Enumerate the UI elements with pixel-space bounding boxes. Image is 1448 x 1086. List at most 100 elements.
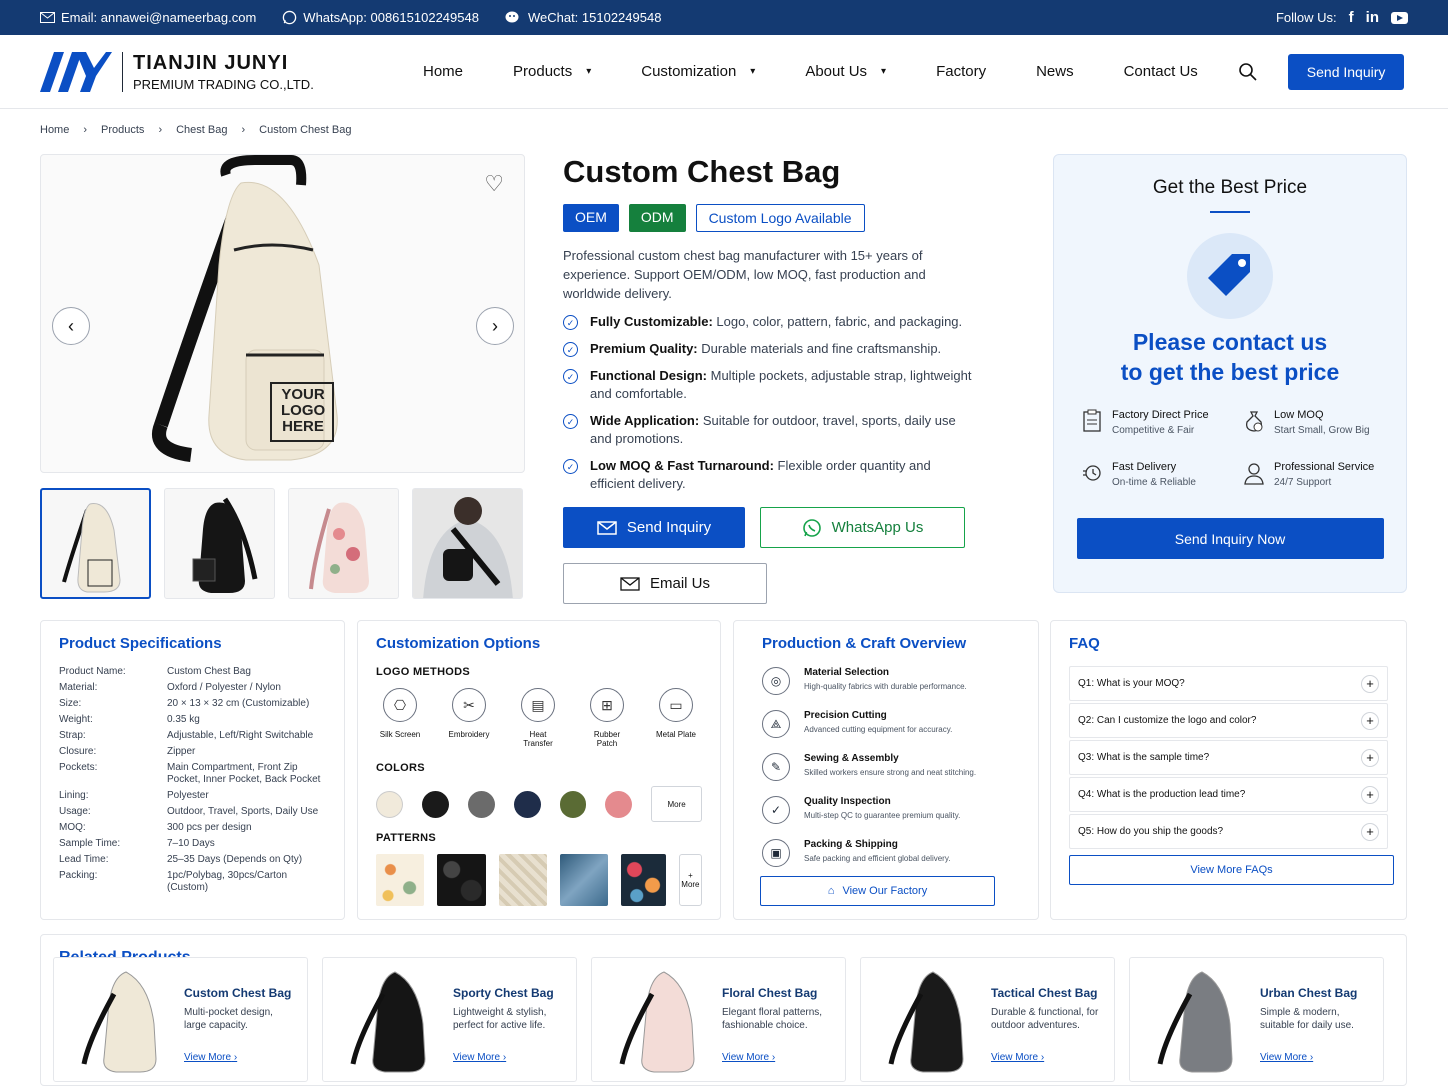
color-swatch[interactable] [467,790,495,818]
view-more-link[interactable]: View More › [184,1052,296,1063]
related-name[interactable]: Tactical Chest Bag [991,986,1103,1000]
button-label: View Our Factory [842,885,928,897]
related-name[interactable]: Floral Chest Bag [722,986,834,1000]
related-card[interactable]: Floral Chest Bag Elegant floral patterns,… [591,957,846,1082]
related-card[interactable]: Custom Chest Bag Multi-pocket design, lar… [53,957,308,1082]
color-swatch[interactable] [421,790,449,818]
faq-item-customize[interactable]: Q2: Can I customize the logo and color? + [1069,703,1388,738]
color-swatch[interactable] [559,790,587,818]
pattern-floral-light[interactable] [376,854,425,906]
faq-question: Q4: What is the production lead time? [1078,789,1246,800]
thumbnail-cream-bag[interactable] [40,488,151,599]
linkedin-icon[interactable]: in [1366,9,1379,26]
nav-news[interactable]: News [1036,63,1074,80]
gallery-prev-button[interactable]: ‹ [52,307,90,345]
view-more-link[interactable]: View More › [991,1052,1103,1063]
gallery-next-button[interactable]: › [476,307,514,345]
model-thumb-image [413,489,522,598]
youtube-icon[interactable] [1391,11,1408,24]
production-steps: ◎ Material Selection High-quality fabrics … [762,667,1020,868]
nav-home[interactable]: Home [423,63,463,80]
view-more-link[interactable]: View More › [453,1052,565,1063]
method-metal-plate[interactable]: ▭ Metal Plate [652,688,700,748]
method-rubber-patch[interactable]: ⊞ Rubber Patch [583,688,631,748]
thumbnail-model-wearing[interactable] [412,488,523,599]
faq-item-lead-time[interactable]: Q4: What is the production lead time? + [1069,777,1388,812]
benefit-sub: Start Small, Grow Big [1274,425,1370,436]
colors-more-button[interactable]: More [651,786,703,822]
whatsapp-us-button[interactable]: WhatsApp Us [760,507,965,548]
company-logo[interactable]: TIANJIN JUNYI PREMIUM TRADING CO.,LTD. [40,51,400,92]
view-more-link[interactable]: View More › [722,1052,834,1063]
pattern-camo[interactable] [437,854,486,906]
patterns-more-button[interactable]: + More [678,854,703,906]
faq-item-shipping[interactable]: Q5: How do you ship the goods? + [1069,814,1388,849]
product-info: Custom Chest Bag OEM ODM Custom Logo Ava… [563,154,1023,604]
pattern-geometric-blue[interactable] [559,854,609,906]
plus-icon: + [1361,711,1379,730]
heart-icon[interactable]: ♡ [484,171,504,197]
benefit-sub: 24/7 Support [1274,477,1332,488]
wechat-contact[interactable]: WeChat: 15102249548 [505,10,661,25]
spec-value: Outdoor, Travel, Sports, Daily Use [167,806,319,817]
faq-item-sample-time[interactable]: Q3: What is the sample time? + [1069,740,1388,775]
cream-bag-thumb-image [62,503,121,593]
pattern-weave[interactable] [498,854,547,906]
color-swatch[interactable] [376,790,403,818]
method-silk-screen[interactable]: ⎔ Silk Screen [376,688,424,748]
badge-oem: OEM [563,204,619,232]
view-more-faqs-button[interactable]: View More FAQs [1069,855,1394,885]
pattern-floral-dark[interactable] [621,854,666,906]
spec-row: Closure: Zipper [59,746,326,758]
search-icon[interactable] [1238,62,1258,82]
send-inquiry-button[interactable]: Send Inquiry [563,507,745,548]
related-card[interactable]: Sporty Chest Bag Lightweight & stylish, p… [322,957,577,1082]
sewing-icon: ✎ [762,753,790,781]
facebook-icon[interactable]: f [1349,9,1354,26]
faq-panel: FAQ Q1: What is your MOQ? + Q2: Can I cus… [1050,620,1407,920]
whatsapp-contact[interactable]: WhatsApp: 008615102249548 [282,10,479,25]
benefit-factory-price: Factory Direct Price Competitive & Fair [1082,409,1242,436]
color-swatch[interactable] [513,790,541,818]
send-inquiry-now-button[interactable]: Send Inquiry Now [1076,518,1384,559]
feature-item: ✓ Fully Customizable: Logo, color, patter… [563,313,973,331]
view-factory-button[interactable]: ⌂ View Our Factory [760,876,995,906]
best-price-headline: Please contact us to get the best price [1054,327,1406,387]
related-card[interactable]: Urban Chest Bag Simple & modern, suitable… [1129,957,1384,1082]
breadcrumb-products[interactable]: Products [101,124,144,149]
related-cards: Custom Chest Bag Multi-pocket design, lar… [53,957,1384,1082]
email-us-button[interactable]: Email Us [563,563,767,604]
breadcrumb-chest-bag[interactable]: Chest Bag [176,124,227,149]
feature-text: Functional Design: Multiple pockets, adj… [590,367,973,403]
benefit-fast-delivery: Fast Delivery On-time & Reliable [1082,461,1242,488]
method-embroidery[interactable]: ✂ Embroidery [445,688,493,748]
whatsapp-text: WhatsApp: 008615102249548 [303,10,479,25]
related-name[interactable]: Urban Chest Bag [1260,986,1372,1000]
benefit-professional-service: Professional Service 24/7 Support [1244,461,1404,488]
faq-title: FAQ [1069,635,1100,652]
method-heat-transfer[interactable]: ▤ Heat Transfer [514,688,562,748]
nav-products[interactable]: Products ▾ [513,63,591,80]
thumbnail-black-bag[interactable] [164,488,275,599]
wechat-icon [505,11,519,22]
view-more-link[interactable]: View More › [1260,1052,1372,1063]
send-inquiry-nav-button[interactable]: Send Inquiry [1287,53,1405,90]
spec-value: 300 pcs per design [167,822,252,833]
nav-contact-us[interactable]: Contact Us [1124,63,1198,80]
breadcrumb-home[interactable]: Home [40,124,69,149]
email-contact[interactable]: Email: annawei@nameerbag.com [40,10,256,25]
color-swatch[interactable] [605,790,633,818]
brand-names: TIANJIN JUNYI PREMIUM TRADING CO.,LTD. [122,51,314,92]
related-name[interactable]: Custom Chest Bag [184,986,296,1000]
nav-about-us[interactable]: About Us ▾ [805,63,886,80]
faq-item-moq[interactable]: Q1: What is your MOQ? + [1069,666,1388,701]
nav-factory[interactable]: Factory [936,63,986,80]
thumbnail-floral-bag[interactable] [288,488,399,599]
related-name[interactable]: Sporty Chest Bag [453,986,565,1000]
spec-row: Usage: Outdoor, Travel, Sports, Daily Use [59,806,326,818]
nav-customization[interactable]: Customization ▾ [641,63,755,80]
color-swatches: More [376,786,703,822]
plus-icon: + [1361,785,1379,804]
price-tag-icon [1187,233,1273,319]
related-card[interactable]: Tactical Chest Bag Durable & functional, … [860,957,1115,1082]
